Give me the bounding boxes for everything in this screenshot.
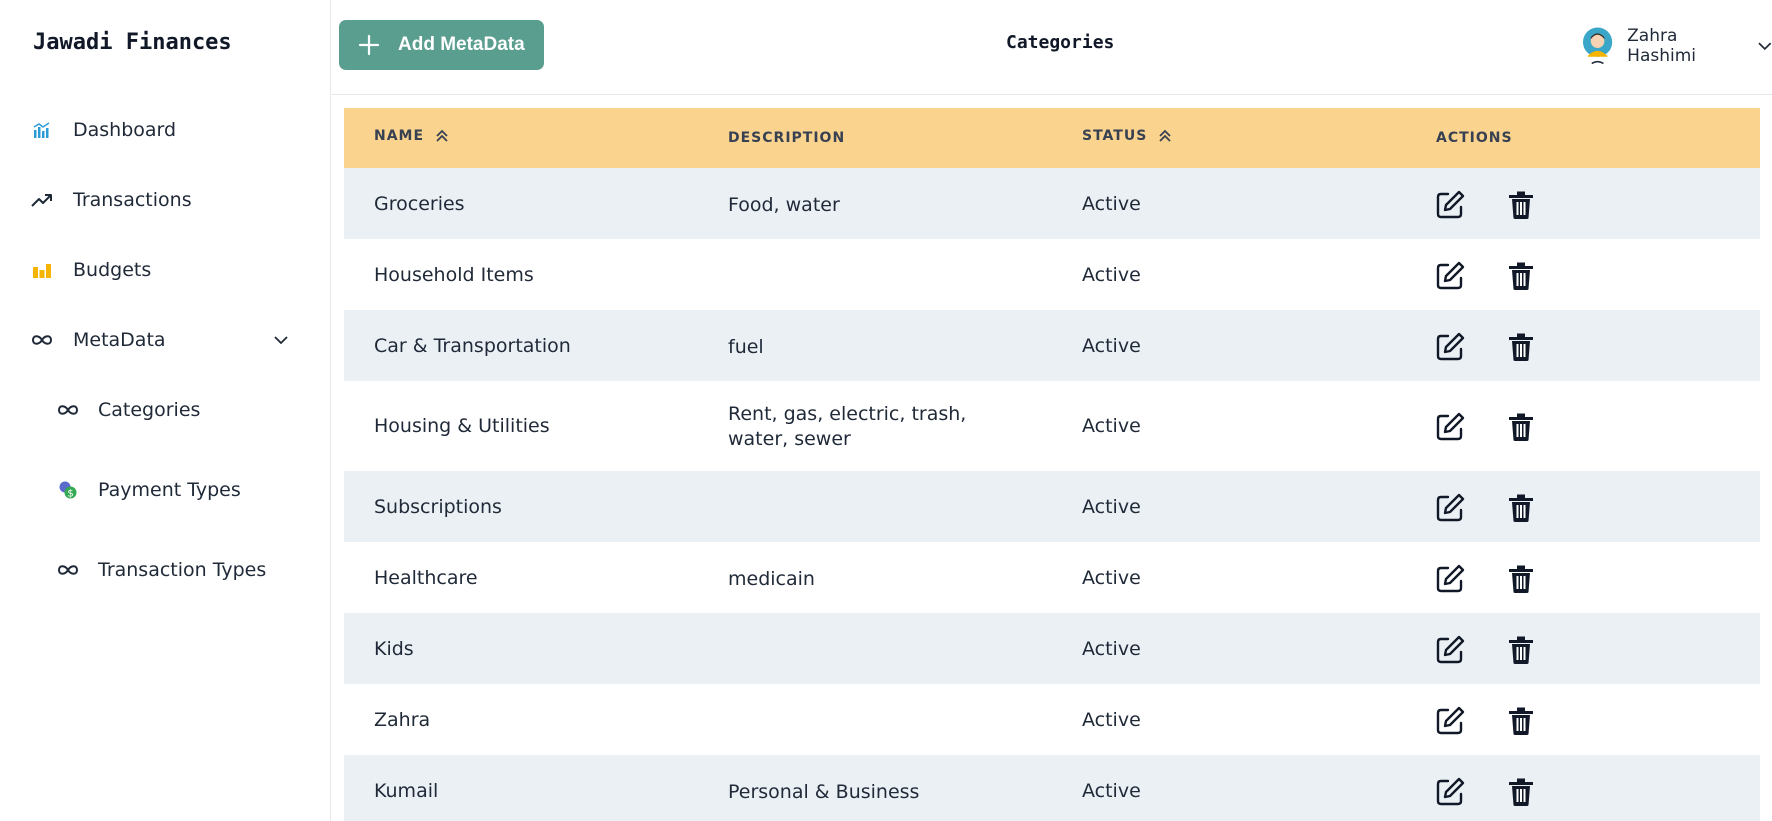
trash-icon[interactable] <box>1505 563 1537 595</box>
edit-icon[interactable] <box>1434 260 1466 292</box>
edit-icon[interactable] <box>1434 776 1466 808</box>
edit-icon[interactable] <box>1434 492 1466 524</box>
column-header-label: NAME <box>374 128 425 144</box>
row-name: Kumail <box>374 780 439 802</box>
sidebar-item-categories[interactable]: Categories <box>0 390 331 430</box>
row-name: Subscriptions <box>374 496 502 518</box>
table-row: Kids Active <box>344 613 1760 684</box>
page-title: Categories <box>1006 32 1115 53</box>
sidebar: Jawadi Finances Dashboard Transactions B… <box>0 0 331 821</box>
column-header-actions: ACTIONS <box>1436 130 1513 146</box>
add-metadata-button[interactable]: Add MetaData <box>339 20 544 70</box>
sidebar-item-label: Budgets <box>73 259 152 281</box>
row-description: Rent, gas, electric, trash, water, sewer <box>728 403 967 450</box>
avatar <box>1582 27 1613 65</box>
trash-icon[interactable] <box>1505 492 1537 524</box>
chevron-down-icon <box>1758 41 1772 50</box>
column-header-status[interactable]: STATUS <box>1082 128 1173 144</box>
sidebar-item-payment-types[interactable]: $ Payment Types <box>0 470 331 510</box>
row-description: Food, water <box>728 194 840 216</box>
sort-ascending-icon[interactable] <box>434 128 450 144</box>
table-row: Household Items Active <box>344 239 1760 310</box>
edit-icon[interactable] <box>1434 705 1466 737</box>
trash-icon[interactable] <box>1505 634 1537 666</box>
trash-icon[interactable] <box>1505 411 1537 443</box>
table-row: Subscriptions Active <box>344 471 1760 542</box>
sidebar-item-label: Transactions <box>73 189 192 211</box>
sidebar-item-transactions[interactable]: Transactions <box>0 180 331 220</box>
sidebar-item-transaction-types[interactable]: Transaction Types <box>0 550 331 590</box>
table-row: Healthcare medicain Active <box>344 542 1760 613</box>
trash-icon[interactable] <box>1505 260 1537 292</box>
sidebar-item-label: Categories <box>98 399 201 421</box>
row-description: Personal & Business <box>728 781 920 803</box>
row-status: Active <box>1082 415 1141 437</box>
row-status: Active <box>1082 335 1141 357</box>
row-status: Active <box>1082 496 1141 518</box>
table-header: NAME DESCRIPTION STATUS ACTIONS <box>344 108 1760 168</box>
trending-up-icon <box>30 188 54 212</box>
sidebar-item-dashboard[interactable]: Dashboard <box>0 110 331 150</box>
row-name: Housing & Utilities <box>374 415 550 437</box>
edit-icon[interactable] <box>1434 634 1466 666</box>
edit-icon[interactable] <box>1434 189 1466 221</box>
row-status: Active <box>1082 709 1141 731</box>
row-name: Car & Transportation <box>374 335 571 357</box>
trash-icon[interactable] <box>1505 331 1537 363</box>
user-name: Zahra Hashimi <box>1627 26 1696 66</box>
row-name: Household Items <box>374 264 534 286</box>
column-header-label: ACTIONS <box>1436 130 1513 146</box>
table-body: Groceries Food, water Active Household I… <box>344 168 1760 821</box>
trash-icon[interactable] <box>1505 776 1537 808</box>
app-brand: Jawadi Finances <box>33 30 232 55</box>
row-status: Active <box>1082 638 1141 660</box>
column-header-description: DESCRIPTION <box>728 130 845 146</box>
infinity-icon <box>56 558 80 582</box>
row-status: Active <box>1082 567 1141 589</box>
sidebar-item-label: Transaction Types <box>98 559 267 581</box>
row-description: fuel <box>728 336 764 358</box>
table-row: Groceries Food, water Active <box>344 168 1760 239</box>
categories-table: NAME DESCRIPTION STATUS ACTIONS Grocerie… <box>344 108 1760 821</box>
sort-ascending-icon[interactable] <box>1157 128 1173 144</box>
row-name: Kids <box>374 638 414 660</box>
sidebar-item-metadata[interactable]: MetaData <box>0 320 331 360</box>
row-name: Zahra <box>374 709 431 731</box>
row-status: Active <box>1082 264 1141 286</box>
budget-bars-icon <box>30 258 54 282</box>
edit-icon[interactable] <box>1434 331 1466 363</box>
chart-bars-icon <box>30 118 54 142</box>
sidebar-item-label: MetaData <box>73 329 166 351</box>
row-name: Groceries <box>374 193 465 215</box>
row-status: Active <box>1082 193 1141 215</box>
svg-text:$: $ <box>67 489 73 500</box>
infinity-icon <box>30 328 54 352</box>
column-header-label: STATUS <box>1082 128 1148 144</box>
column-header-label: DESCRIPTION <box>728 130 846 146</box>
sidebar-item-label: Dashboard <box>73 119 177 141</box>
edit-icon[interactable] <box>1434 563 1466 595</box>
sidebar-item-budgets[interactable]: Budgets <box>0 250 331 290</box>
plus-icon <box>358 34 380 56</box>
add-metadata-label: Add MetaData <box>398 34 525 55</box>
top-header: Add MetaData Categories Zahra Hashimi <box>332 0 1772 95</box>
infinity-icon <box>56 398 80 422</box>
row-name: Healthcare <box>374 567 478 589</box>
table-row: Kumail Personal & Business Active <box>344 755 1760 821</box>
chevron-down-icon[interactable] <box>272 331 290 349</box>
trash-icon[interactable] <box>1505 189 1537 221</box>
sidebar-item-label: Payment Types <box>98 479 241 501</box>
row-description: medicain <box>728 568 815 590</box>
edit-icon[interactable] <box>1434 411 1466 443</box>
table-row: Zahra Active <box>344 684 1760 755</box>
table-row: Housing & Utilities Rent, gas, electric,… <box>344 381 1760 471</box>
user-menu[interactable]: Zahra Hashimi <box>1582 26 1772 66</box>
table-row: Car & Transportation fuel Active <box>344 310 1760 381</box>
payment-coins-icon: $ <box>56 478 80 502</box>
trash-icon[interactable] <box>1505 705 1537 737</box>
row-status: Active <box>1082 780 1141 802</box>
column-header-name[interactable]: NAME <box>374 128 450 144</box>
